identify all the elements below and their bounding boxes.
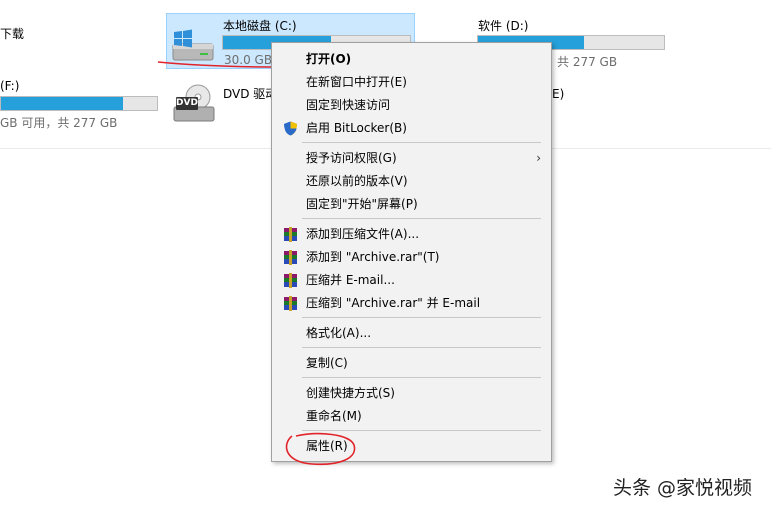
menu-item-compress-email[interactable]: 压缩并 E-mail... [272, 269, 551, 291]
grant-access-label: 授予访问权限(G) [306, 151, 397, 165]
menu-item-add-archive-rar[interactable]: 添加到 "Archive.rar"(T) [272, 246, 551, 268]
compress-rar-email-label: 压缩到 "Archive.rar" 并 E-mail [306, 296, 481, 310]
shield-icon [283, 121, 298, 136]
menu-separator [302, 347, 541, 348]
menu-separator [302, 377, 541, 378]
dvd-badge-label: DVD [176, 98, 198, 108]
watermark-text: 头条 @家悦视频 [613, 477, 753, 499]
drive-f-usage-bar [0, 96, 158, 111]
menu-item-rename[interactable]: 重命名(M) [272, 405, 551, 427]
drive-f-name[interactable]: (F:) [0, 79, 19, 93]
menu-item-open-new-window[interactable]: 在新窗口中打开(E) [272, 71, 551, 93]
menu-separator [302, 142, 541, 143]
drive-c-name: 本地磁盘 (C:) [223, 19, 297, 33]
menu-separator [302, 317, 541, 318]
red-circle-annotation [285, 432, 356, 466]
quick-access-downloads-label[interactable]: 下载 [0, 25, 24, 42]
menu-item-pin-quick-access[interactable]: 固定到快速访问 [272, 94, 551, 116]
winrar-icon [283, 227, 298, 242]
menu-item-compress-rar-email[interactable]: 压缩到 "Archive.rar" 并 E-mail [272, 292, 551, 314]
submenu-arrow-icon: › [536, 151, 541, 165]
menu-item-create-shortcut[interactable]: 创建快捷方式(S) [272, 382, 551, 404]
menu-item-pin-start[interactable]: 固定到"开始"屏幕(P) [272, 193, 551, 215]
menu-item-grant-access[interactable]: 授予访问权限(G) › [272, 147, 551, 169]
drive-e-partial-label[interactable]: E) [552, 87, 564, 101]
menu-item-add-archive[interactable]: 添加到压缩文件(A)... [272, 223, 551, 245]
drive-f-usage-fill [1, 97, 123, 110]
dvd-drive-name[interactable]: DVD 驱动 [223, 85, 277, 102]
drive-f-stat-text: GB 可用，共 277 GB [0, 116, 118, 130]
menu-item-restore-versions[interactable]: 还原以前的版本(V) [272, 170, 551, 192]
winrar-icon [283, 250, 298, 265]
menu-item-format[interactable]: 格式化(A)... [272, 322, 551, 344]
menu-item-open[interactable]: 打开(O) [272, 48, 551, 70]
menu-item-enable-bitlocker[interactable]: 启用 BitLocker(B) [272, 117, 551, 139]
menu-separator [302, 218, 541, 219]
winrar-icon [283, 296, 298, 311]
context-menu: 打开(O) 在新窗口中打开(E) 固定到快速访问 启用 BitLocker(B)… [271, 42, 552, 462]
winrar-icon [283, 273, 298, 288]
menu-item-copy[interactable]: 复制(C) [272, 352, 551, 374]
drive-d-stat-text: 共 277 GB [557, 55, 618, 69]
drive-d-name[interactable]: 软件 (D:) [478, 17, 528, 34]
